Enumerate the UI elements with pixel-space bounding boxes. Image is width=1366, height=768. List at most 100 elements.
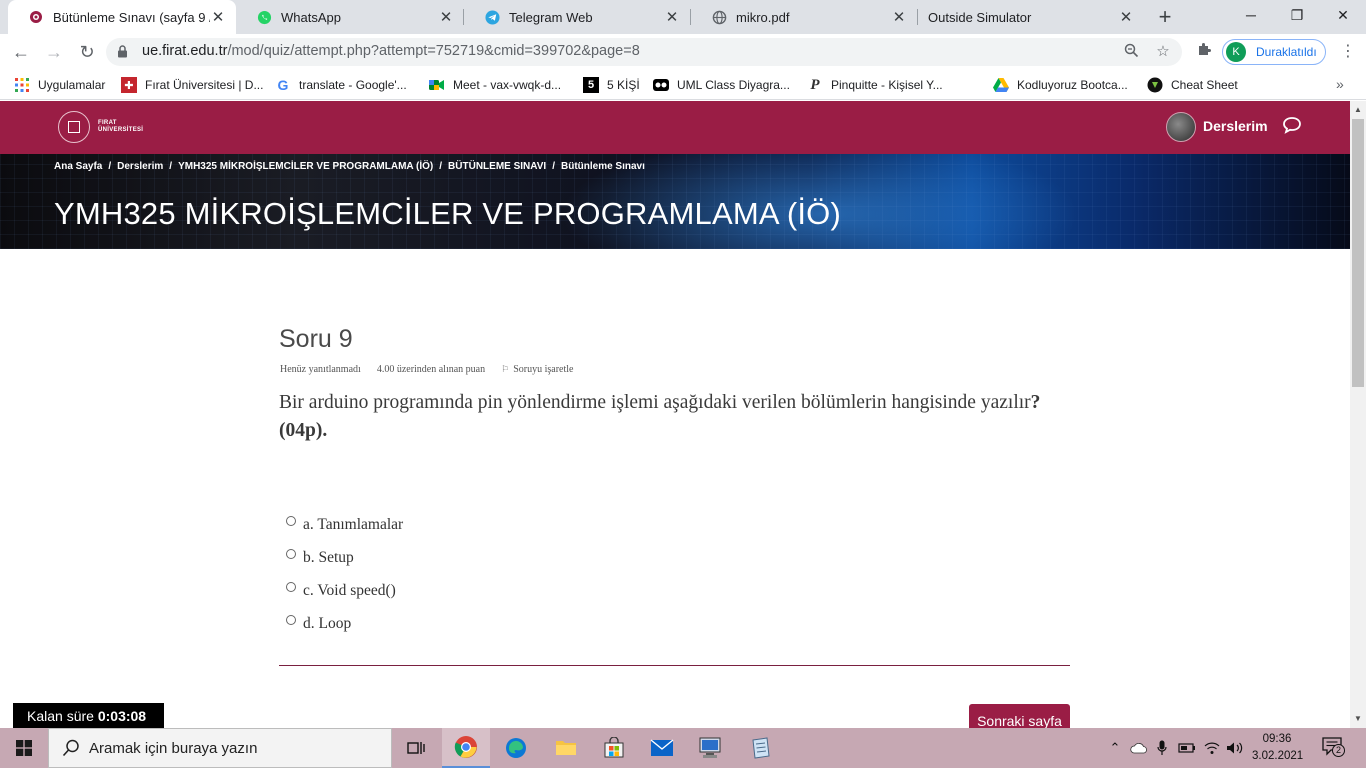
- taskbar-app-monitor[interactable]: [686, 728, 734, 768]
- close-window-button[interactable]: ✕: [1320, 0, 1366, 30]
- more-bookmarks-icon[interactable]: »: [1336, 76, 1344, 92]
- question-text-main: Bir arduino programında pin yönlendirme …: [279, 392, 1031, 413]
- bookmark-uml[interactable]: UML Class Diyagra...: [653, 76, 790, 94]
- radio-button[interactable]: [286, 548, 296, 559]
- derslerim-menu[interactable]: Derslerim: [1203, 118, 1268, 134]
- address-bar[interactable]: ue.firat.edu.tr/mod/quiz/attempt.php?att…: [106, 38, 1182, 66]
- extensions-icon[interactable]: [1194, 42, 1214, 62]
- question-title: Soru 9: [279, 325, 353, 353]
- answer-label[interactable]: a. Tanımlamalar: [303, 516, 403, 534]
- tab-outside-simulator[interactable]: Outside Simulator ✕: [918, 0, 1144, 34]
- breadcrumb-separator: /: [108, 161, 112, 172]
- scroll-up-arrow-icon[interactable]: ▲: [1350, 103, 1366, 117]
- firat-icon: ✚: [121, 77, 137, 93]
- question-text: Bir arduino programında pin yönlendirme …: [279, 389, 1079, 445]
- taskbar-search[interactable]: Aramak için buraya yazın: [48, 728, 392, 768]
- scroll-down-arrow-icon[interactable]: ▼: [1350, 712, 1366, 726]
- scrollbar-thumb[interactable]: [1352, 119, 1364, 387]
- bookmark-apps[interactable]: Uygulamalar: [14, 76, 105, 94]
- answer-label[interactable]: b. Setup: [303, 549, 354, 567]
- restore-button[interactable]: ❐: [1274, 0, 1320, 30]
- answer-option-d[interactable]: d. Loop: [286, 607, 403, 640]
- close-tab-icon[interactable]: ✕: [438, 8, 454, 26]
- breadcrumb-section[interactable]: BÜTÜNLEME SINAVI: [448, 161, 546, 172]
- radio-button[interactable]: [286, 614, 296, 625]
- tab-title: WhatsApp: [281, 9, 341, 25]
- taskbar-mail[interactable]: [638, 728, 686, 768]
- bookmark-cheat-sheet[interactable]: Cheat Sheet: [1147, 76, 1238, 94]
- close-tab-icon[interactable]: ✕: [210, 8, 226, 26]
- answer-option-a[interactable]: a. Tanımlamalar: [286, 508, 403, 541]
- breadcrumb-home[interactable]: Ana Sayfa: [54, 161, 102, 172]
- tab-mikro-pdf[interactable]: mikro.pdf ✕: [691, 0, 917, 34]
- taskbar-search-placeholder: Aramak için buraya yazın: [89, 740, 258, 757]
- bookmark-5-kisi[interactable]: 5 5 KİŞİ: [583, 76, 640, 94]
- zoom-icon[interactable]: [1122, 43, 1140, 61]
- taskbar-file-explorer[interactable]: [542, 728, 590, 768]
- url-path: /mod/quiz/attempt.php?attempt=752719&cmi…: [227, 43, 640, 59]
- bookmark-meet[interactable]: Meet - vax-vwqk-d...: [429, 76, 561, 94]
- radio-button[interactable]: [286, 581, 296, 592]
- back-button[interactable]: ←: [9, 40, 33, 64]
- radio-button[interactable]: [286, 515, 296, 526]
- answer-label[interactable]: d. Loop: [303, 615, 351, 633]
- flag-icon[interactable]: ⚐: [501, 364, 509, 375]
- reload-button[interactable]: ↻: [75, 40, 99, 64]
- answer-label[interactable]: c. Void speed(): [303, 582, 396, 600]
- windows-logo-icon: [16, 740, 32, 756]
- course-header: Ana Sayfa / Derslerim / YMH325 MİKROİŞLEMCİL…: [0, 154, 1350, 249]
- battery-icon[interactable]: [1176, 728, 1198, 768]
- bookmark-translate[interactable]: G translate - Google'...: [275, 76, 407, 94]
- breadcrumb-separator: /: [552, 161, 555, 172]
- tab-whatsapp[interactable]: WhatsApp ✕: [236, 0, 464, 34]
- forward-button[interactable]: →: [42, 40, 66, 64]
- bookmark-star-icon[interactable]: ☆: [1154, 43, 1172, 61]
- taskbar-edge[interactable]: [492, 728, 540, 768]
- bookmark-label: 5 KİŞİ: [607, 78, 640, 92]
- chat-bubble-icon[interactable]: [1282, 116, 1304, 136]
- bookmark-label: Fırat Üniversitesi | D...: [145, 78, 264, 92]
- tab-telegram[interactable]: Telegram Web ✕: [464, 0, 690, 34]
- flag-question-link[interactable]: Soruyu işaretle: [513, 364, 573, 375]
- answer-option-b[interactable]: b. Setup: [286, 541, 403, 574]
- show-hidden-icons[interactable]: ⌃: [1106, 728, 1124, 768]
- taskbar-app-notes[interactable]: [736, 728, 784, 768]
- start-button[interactable]: [0, 728, 48, 768]
- user-avatar[interactable]: [1166, 112, 1196, 142]
- notification-center-button[interactable]: 2: [1322, 737, 1348, 759]
- close-tab-icon[interactable]: ✕: [1118, 8, 1134, 26]
- university-logo[interactable]: FIRAT ÜNİVERSİTESİ: [58, 111, 143, 143]
- taskbar-store[interactable]: [590, 728, 638, 768]
- minimize-button[interactable]: ─: [1228, 0, 1274, 30]
- profile-button[interactable]: K Duraklatıldı: [1222, 39, 1326, 65]
- tab-title: Bütünleme Sınavı (sayfa 9 / 12): [53, 9, 210, 25]
- url-text: ue.firat.edu.tr/mod/quiz/attempt.php?att…: [142, 43, 640, 59]
- folder-icon: [556, 741, 576, 755]
- bookmark-kodluyoruz[interactable]: Kodluyoruz Bootca...: [993, 76, 1128, 94]
- wifi-icon[interactable]: [1202, 728, 1222, 768]
- system-clock[interactable]: 09:36 3.02.2021: [1252, 731, 1303, 765]
- volume-icon[interactable]: [1224, 728, 1246, 768]
- breadcrumb-course[interactable]: YMH325 MİKROİŞLEMCİLER VE PROGRAMLAMA (İ…: [178, 161, 433, 172]
- onedrive-icon[interactable]: [1128, 728, 1150, 768]
- task-view-button[interactable]: [392, 728, 440, 768]
- new-tab-button[interactable]: +: [1154, 4, 1176, 30]
- tab-title: Telegram Web: [509, 9, 593, 25]
- lock-icon[interactable]: [117, 45, 128, 63]
- tab-quiz[interactable]: Bütünleme Sınavı (sayfa 9 / 12) ✕: [8, 0, 236, 34]
- page-scrollbar[interactable]: ▲ ▼: [1350, 101, 1366, 728]
- breadcrumb-derslerim[interactable]: Derslerim: [117, 161, 163, 172]
- breadcrumb-quiz[interactable]: Bütünleme Sınavı: [561, 161, 645, 172]
- answer-option-c[interactable]: c. Void speed(): [286, 574, 403, 607]
- windows-taskbar: Aramak için buraya yazın ⌃ 09:36 3.02.20: [0, 728, 1366, 768]
- bookmark-firat[interactable]: ✚ Fırat Üniversitesi | D...: [121, 76, 263, 94]
- microphone-icon[interactable]: [1153, 728, 1171, 768]
- meet-icon: [429, 77, 445, 93]
- close-tab-icon[interactable]: ✕: [891, 8, 907, 26]
- bookmark-pinquitte[interactable]: P Pinquitte - Kişisel Y...: [807, 76, 942, 94]
- browser-toolbar: ← → ↻ ue.firat.edu.tr/mod/quiz/attempt.p…: [0, 34, 1366, 70]
- taskbar-chrome[interactable]: [442, 728, 490, 768]
- browser-menu-icon[interactable]: ⋮: [1340, 42, 1356, 62]
- next-page-button[interactable]: Sonraki sayfa: [969, 704, 1070, 728]
- close-tab-icon[interactable]: ✕: [664, 8, 680, 26]
